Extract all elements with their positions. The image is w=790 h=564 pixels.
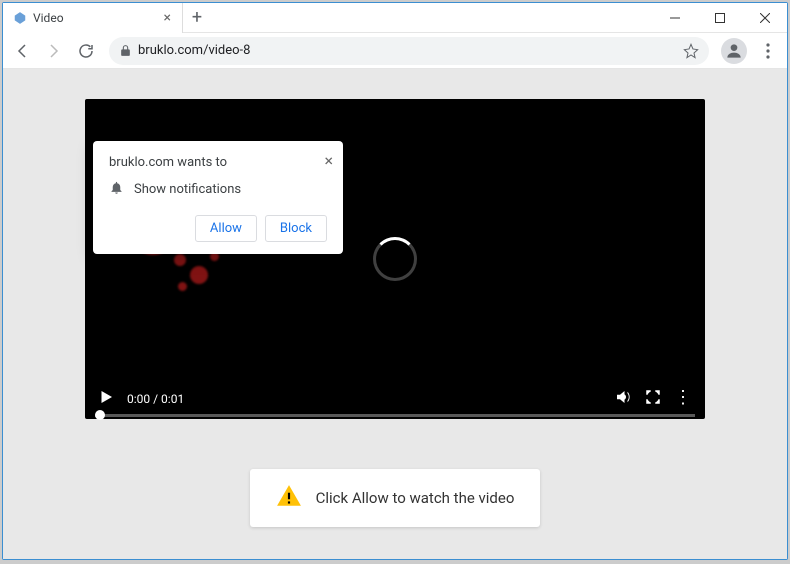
page-content: PCrisk.com 0:00 / 0:01 ⋮ bbox=[3, 69, 787, 559]
popup-title: bruklo.com wants to bbox=[109, 155, 327, 170]
allow-banner: Click Allow to watch the video bbox=[250, 469, 541, 527]
browser-tab[interactable]: Video × bbox=[3, 3, 183, 33]
block-button[interactable]: Block bbox=[265, 215, 327, 242]
lock-icon bbox=[119, 44, 132, 57]
new-tab-button[interactable]: + bbox=[183, 4, 211, 32]
toolbar: bruklo.com/video-8 bbox=[3, 33, 787, 69]
back-button[interactable] bbox=[7, 36, 37, 66]
volume-button[interactable] bbox=[614, 388, 632, 410]
video-seekbar[interactable] bbox=[95, 414, 695, 417]
bookmark-star-icon[interactable] bbox=[683, 43, 699, 59]
seekbar-thumb[interactable] bbox=[95, 410, 105, 420]
forward-button[interactable] bbox=[39, 36, 69, 66]
fullscreen-button[interactable] bbox=[644, 388, 662, 410]
warning-icon bbox=[276, 483, 302, 513]
video-more-button[interactable]: ⋮ bbox=[674, 387, 693, 412]
tab-close-icon[interactable]: × bbox=[161, 10, 174, 26]
window-controls bbox=[652, 3, 787, 33]
titlebar: Video × + bbox=[3, 3, 787, 33]
tab-title: Video bbox=[33, 11, 155, 25]
bell-icon bbox=[109, 180, 124, 199]
address-bar-text: bruklo.com/video-8 bbox=[138, 43, 677, 58]
reload-button[interactable] bbox=[71, 36, 101, 66]
profile-avatar[interactable] bbox=[721, 38, 747, 64]
allow-button[interactable]: Allow bbox=[195, 215, 257, 242]
play-button[interactable] bbox=[97, 388, 115, 410]
browser-window: Video × + bruklo.com/video-8 PCrisk.com bbox=[2, 2, 788, 560]
minimize-button[interactable] bbox=[652, 3, 697, 33]
maximize-button[interactable] bbox=[697, 3, 742, 33]
notification-permission-popup: × bruklo.com wants to Show notifications… bbox=[93, 141, 343, 254]
close-button[interactable] bbox=[742, 3, 787, 33]
video-controls: 0:00 / 0:01 ⋮ bbox=[85, 379, 705, 419]
video-time: 0:00 / 0:01 bbox=[127, 392, 184, 406]
spinner-icon bbox=[373, 237, 417, 281]
popup-close-icon[interactable]: × bbox=[324, 151, 333, 170]
menu-button[interactable] bbox=[753, 36, 783, 66]
popup-body: Show notifications bbox=[134, 182, 241, 197]
banner-text: Click Allow to watch the video bbox=[316, 489, 515, 507]
address-bar[interactable]: bruklo.com/video-8 bbox=[109, 37, 709, 65]
tab-favicon bbox=[13, 11, 27, 25]
